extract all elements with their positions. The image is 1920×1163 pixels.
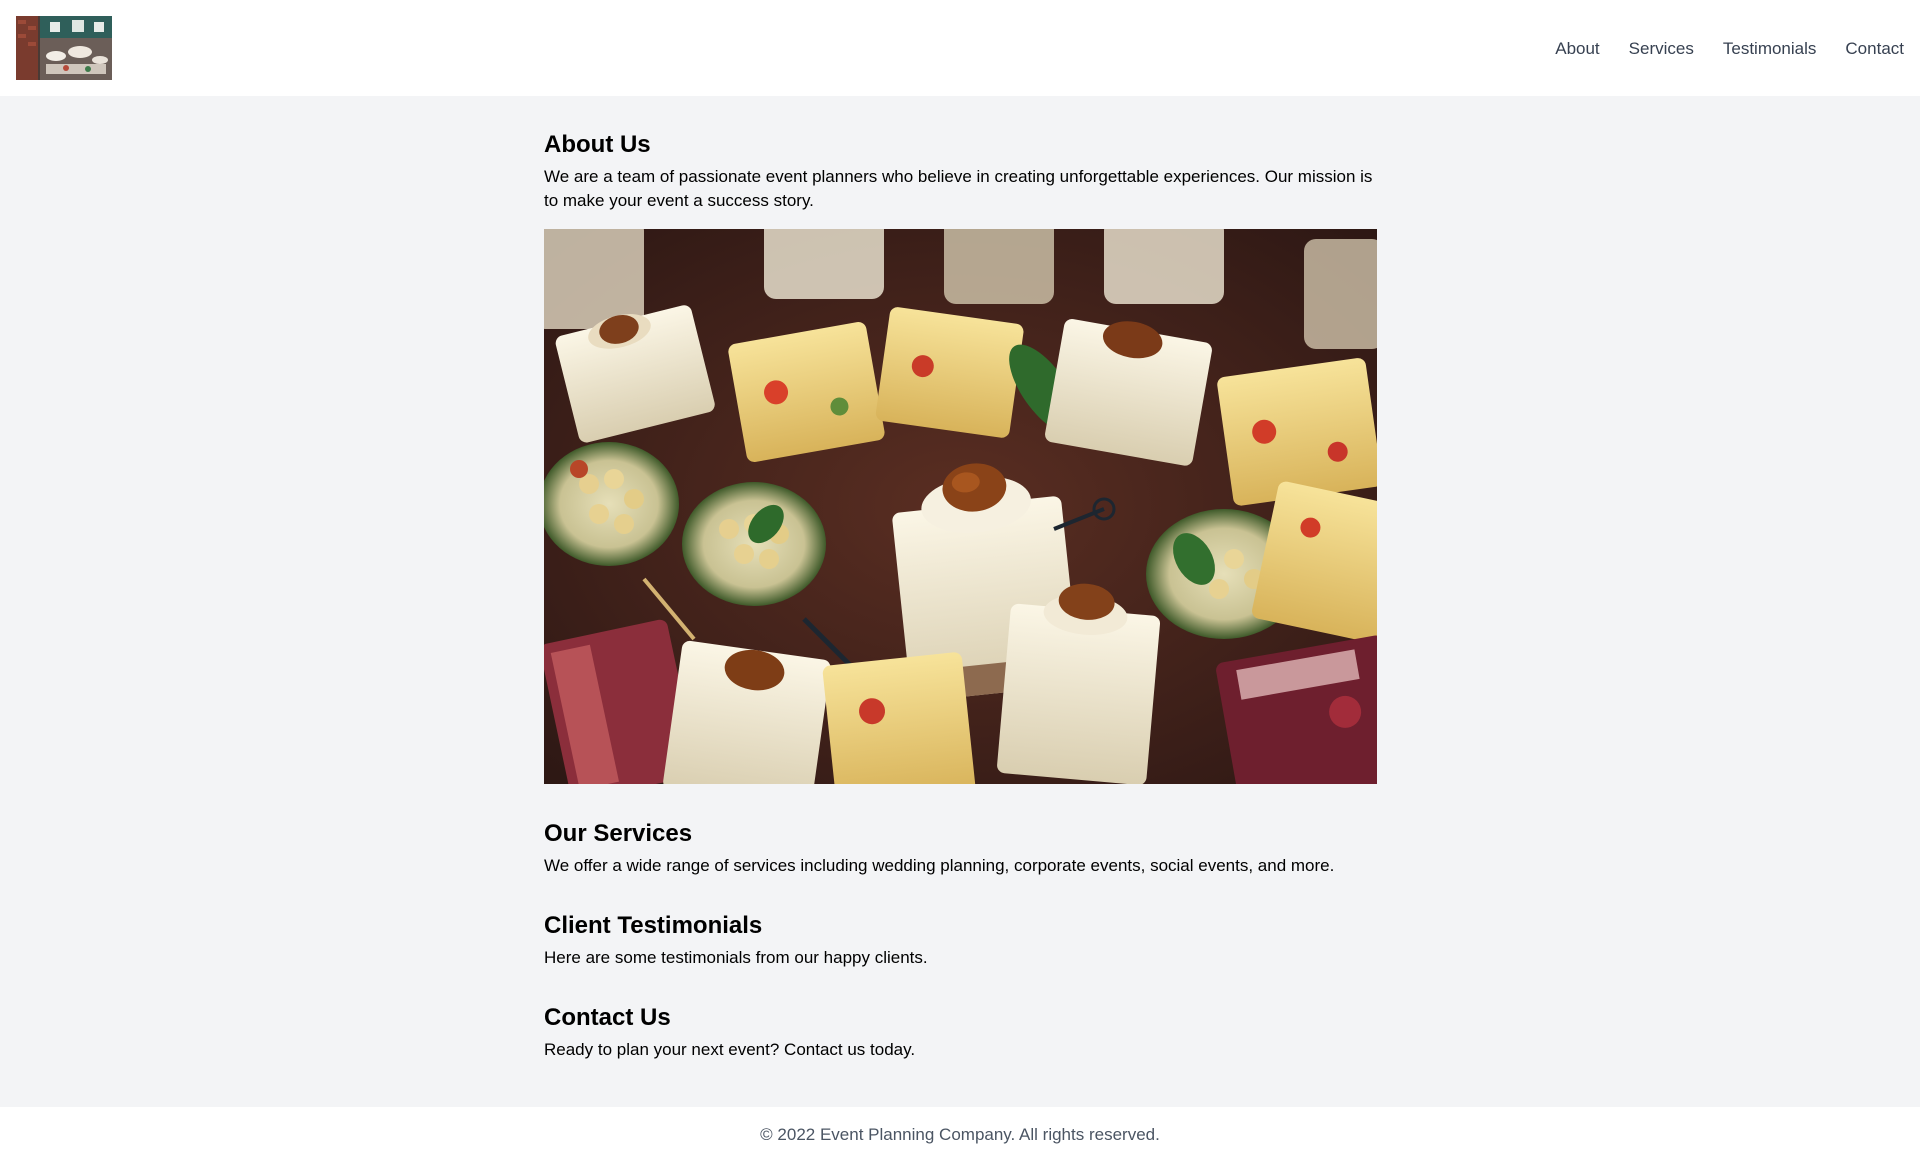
nav-link-about[interactable]: About [1555, 40, 1599, 57]
copyright-text: © 2022 Event Planning Company. All right… [760, 1125, 1160, 1144]
main-nav: About Services Testimonials Contact [1555, 40, 1904, 57]
about-heading: About Us [544, 131, 651, 158]
about-text: We are a team of passionate event planne… [544, 167, 1373, 210]
catering-photo [544, 229, 1377, 784]
services-text: We offer a wide range of services includ… [544, 856, 1335, 875]
nav-link-services[interactable]: Services [1629, 40, 1694, 57]
testimonials-text: Here are some testimonials from our happ… [544, 948, 928, 967]
logo-image[interactable] [16, 16, 112, 80]
services-heading: Our Services [544, 820, 693, 847]
contact-section: Contact Us Ready to plan your next event… [544, 970, 1377, 1062]
testimonials-section: Client Testimonials Here are some testim… [544, 878, 1377, 970]
contact-heading: Contact Us [544, 1004, 671, 1031]
site-footer: © 2022 Event Planning Company. All right… [0, 1107, 1920, 1163]
site-header: About Services Testimonials Contact [0, 0, 1920, 96]
services-section: Our Services We offer a wide range of se… [544, 784, 1377, 878]
main-content: About Us We are a team of passionate eve… [544, 96, 1377, 1062]
about-section: About Us We are a team of passionate eve… [544, 96, 1377, 784]
nav-link-contact[interactable]: Contact [1845, 40, 1904, 57]
testimonials-heading: Client Testimonials [544, 912, 763, 939]
nav-link-testimonials[interactable]: Testimonials [1723, 40, 1817, 57]
contact-text: Ready to plan your next event? Contact u… [544, 1040, 916, 1059]
